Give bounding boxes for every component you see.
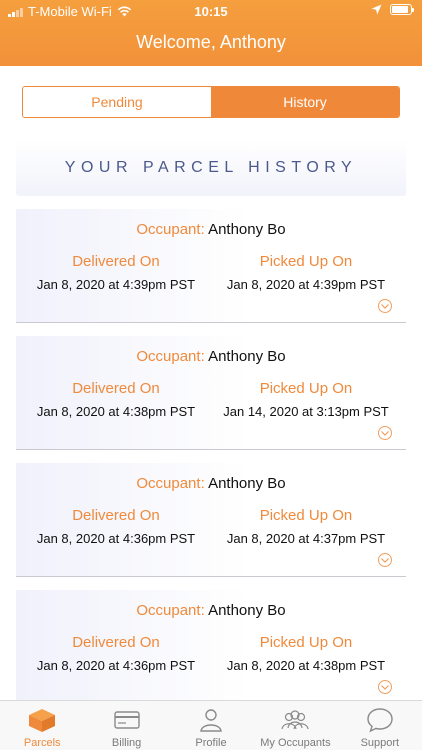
delivered-column: Delivered On Jan 8, 2020 at 4:36pm PST (26, 507, 206, 546)
delivered-label: Delivered On (72, 634, 160, 651)
delivered-label: Delivered On (72, 380, 160, 397)
picked-up-column: Picked Up On Jan 8, 2020 at 4:39pm PST (211, 253, 401, 292)
tab-parcels[interactable]: Parcels (0, 701, 84, 750)
delivered-column: Delivered On Jan 8, 2020 at 4:39pm PST (26, 253, 206, 292)
occupant-label: Occupant: (136, 602, 205, 619)
picked-up-label: Picked Up On (259, 507, 353, 524)
occupant-label: Occupant: (136, 475, 205, 492)
delivered-column: Delivered On Jan 8, 2020 at 4:38pm PST (26, 380, 206, 419)
occupant-label: Occupant: (136, 348, 205, 365)
delivered-date: Jan 8, 2020 at 4:36pm PST (36, 658, 196, 673)
app-header: T-Mobile Wi-Fi 10:15 Welcome, Anthony (0, 0, 422, 66)
section-title: YOUR PARCEL HISTORY (64, 159, 358, 176)
tab-billing[interactable]: Billing (84, 701, 168, 750)
tab-label: Profile (195, 737, 227, 749)
occupant-line: Occupant: Anthony Bo (16, 221, 406, 238)
picked-up-column: Picked Up On Jan 8, 2020 at 4:37pm PST (211, 507, 401, 546)
occupant-line: Occupant: Anthony Bo (16, 475, 406, 492)
picked-up-label: Picked Up On (259, 253, 353, 270)
billing-card-icon (113, 711, 140, 729)
section-header: YOUR PARCEL HISTORY (16, 140, 406, 196)
picked-up-date: Jan 14, 2020 at 3:13pm PST (223, 404, 389, 419)
delivered-label: Delivered On (72, 253, 160, 270)
picked-up-label: Picked Up On (259, 380, 353, 397)
tab-support[interactable]: Support (338, 701, 422, 750)
picked-up-date: Jan 8, 2020 at 4:38pm PST (226, 658, 386, 673)
picked-up-date: Jan 8, 2020 at 4:39pm PST (226, 277, 386, 292)
parcel-card[interactable]: Occupant: Anthony Bo Delivered On Jan 8,… (16, 463, 406, 577)
status-time: 10:15 (194, 4, 228, 19)
tab-label: Support (360, 737, 400, 749)
chevron-down-icon[interactable] (378, 553, 392, 567)
parcel-card[interactable]: Occupant: Anthony Bo Delivered On Jan 8,… (16, 590, 406, 704)
picked-up-column: Picked Up On Jan 14, 2020 at 3:13pm PST (211, 380, 401, 419)
occupants-group-icon (281, 710, 310, 730)
delivered-date: Jan 8, 2020 at 4:39pm PST (36, 277, 196, 292)
picked-up-column: Picked Up On Jan 8, 2020 at 4:38pm PST (211, 634, 401, 673)
status-bar: T-Mobile Wi-Fi 10:15 (0, 0, 422, 22)
occupant-line: Occupant: Anthony Bo (16, 348, 406, 365)
delivered-column: Delivered On Jan 8, 2020 at 4:36pm PST (26, 634, 206, 673)
occupant-name: Anthony Bo (208, 475, 286, 492)
picked-up-date: Jan 8, 2020 at 4:37pm PST (226, 531, 386, 546)
chevron-down-icon[interactable] (378, 299, 392, 313)
profile-person-icon (200, 709, 222, 732)
location-arrow-icon (371, 4, 382, 15)
tab-label: Billing (111, 737, 142, 749)
parcel-view-segmented-control: Pending History (22, 86, 400, 118)
chevron-down-icon[interactable] (378, 426, 392, 440)
occupant-name: Anthony Bo (208, 602, 286, 619)
picked-up-label: Picked Up On (259, 634, 353, 651)
parcel-card[interactable]: Occupant: Anthony Bo Delivered On Jan 8,… (16, 336, 406, 450)
occupant-name: Anthony Bo (208, 348, 286, 365)
occupant-line: Occupant: Anthony Bo (16, 602, 406, 619)
battery-icon (390, 4, 414, 15)
delivered-label: Delivered On (72, 507, 160, 524)
support-chat-icon (367, 708, 393, 733)
chevron-down-icon[interactable] (378, 680, 392, 694)
pending-tab[interactable]: Pending (23, 87, 211, 117)
tab-profile[interactable]: Profile (169, 701, 253, 750)
page-title: Welcome, Anthony (136, 32, 286, 52)
delivered-date: Jan 8, 2020 at 4:38pm PST (36, 404, 196, 419)
parcel-box-icon (29, 709, 56, 732)
bottom-tab-bar: Parcels Billing Profile My Occupants Sup… (0, 700, 422, 750)
history-tab[interactable]: History (211, 87, 399, 117)
tab-my-occupants[interactable]: My Occupants (253, 701, 337, 750)
tab-label: Parcels (23, 737, 61, 749)
tab-label: My Occupants (260, 737, 331, 749)
occupant-label: Occupant: (136, 221, 205, 238)
occupant-name: Anthony Bo (208, 221, 286, 238)
delivered-date: Jan 8, 2020 at 4:36pm PST (36, 531, 196, 546)
parcel-card[interactable]: Occupant: Anthony Bo Delivered On Jan 8,… (16, 209, 406, 323)
